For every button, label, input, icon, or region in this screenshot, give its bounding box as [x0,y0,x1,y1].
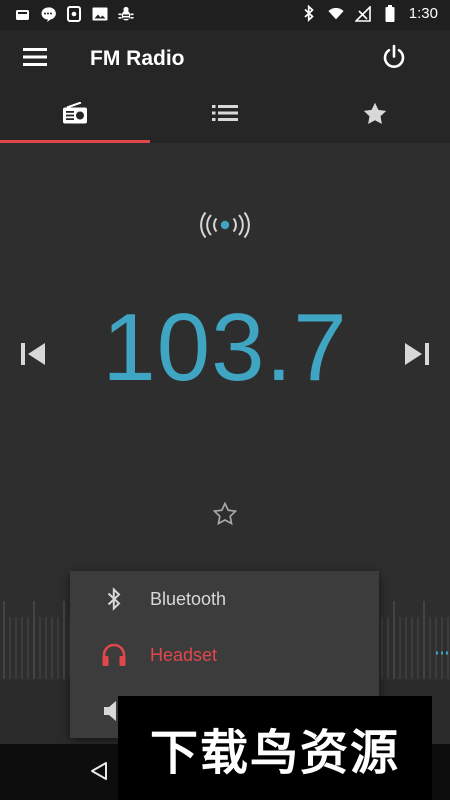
tab-station-list[interactable] [150,88,300,143]
page-title: FM Radio [90,47,185,70]
power-button[interactable] [376,42,412,76]
next-station-button[interactable] [400,339,434,373]
star-icon [363,102,387,130]
status-right-icons: 1:30 [301,5,438,22]
broadcast-signal-icon [196,211,254,239]
menu-item-headset[interactable]: Headset [70,627,379,683]
image-icon [92,6,108,22]
bug-icon [118,6,134,22]
star-outline-icon [212,501,238,530]
wifi-icon [328,6,344,22]
bluetooth-icon [301,5,317,22]
tab-bar [0,88,450,143]
menu-item-label: Bluetooth [150,589,227,609]
sim-icon [14,6,30,22]
signal-icon [354,5,371,22]
back-button[interactable] [86,760,112,786]
battery-icon [382,5,398,22]
status-left-icons [14,6,134,22]
status-bar: 1:30 [0,0,450,30]
list-icon [212,104,238,127]
bluetooth-icon [100,585,128,613]
favorite-toggle-button[interactable] [210,501,240,531]
watermark: 下载鸟资源 [118,696,432,800]
menu-item-bluetooth[interactable]: Bluetooth [70,571,379,627]
watermark-text: 下载鸟资源 [149,725,400,781]
frequency-display: 103.7 [102,294,348,401]
radio-icon [62,101,88,129]
menu-button[interactable] [20,45,50,73]
skip-next-icon [403,342,431,371]
tab-radio[interactable] [0,88,150,143]
app-bar: FM Radio [0,30,450,88]
power-icon [381,44,407,75]
status-time: 1:30 [408,5,438,22]
menu-item-label: Headset [150,645,218,665]
menu-icon [23,47,47,71]
headset-icon [100,641,128,669]
chat-icon [40,6,56,22]
back-icon [89,761,109,786]
screenshot-icon [66,6,82,22]
tab-favorites[interactable] [300,88,450,143]
